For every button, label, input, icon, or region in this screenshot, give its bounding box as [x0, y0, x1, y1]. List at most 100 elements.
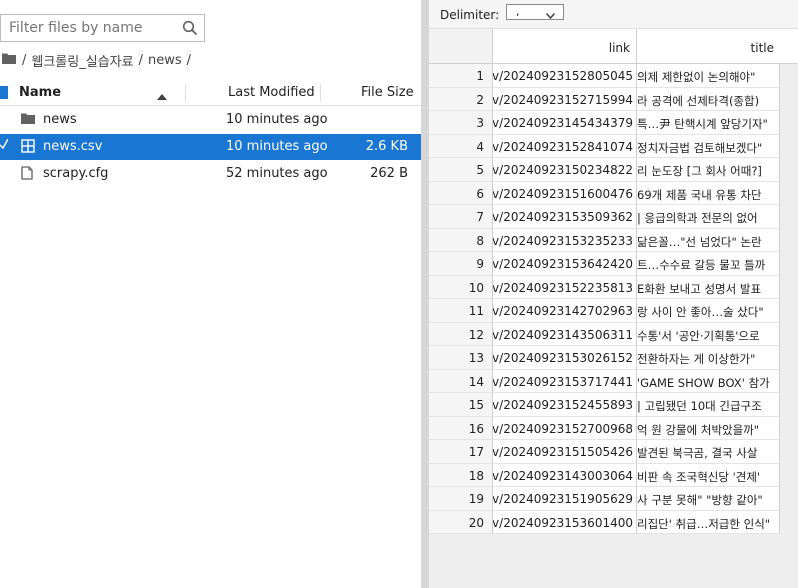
- breadcrumb-item[interactable]: 웹크롤링_실습자료: [31, 51, 133, 70]
- cell-link[interactable]: et/v/20240923151905629: [493, 487, 637, 511]
- cell-link[interactable]: et/v/20240923152841074: [493, 134, 637, 158]
- table-row[interactable]: 7et/v/20240923153509362 | 응급의학과 전문의 없어: [429, 205, 798, 229]
- column-divider[interactable]: [320, 84, 321, 102]
- filter-input[interactable]: [1, 15, 179, 41]
- cell-link[interactable]: et/v/20240923152805045: [493, 64, 637, 88]
- cell-title-text: 닮은꼴…"선 넘었다" 논란: [637, 234, 762, 249]
- table-row[interactable]: 10et/v/20240923152235813 E화환 보내고 성명서 발표: [429, 275, 798, 299]
- sort-up-icon[interactable]: [157, 89, 167, 104]
- panel-splitter[interactable]: [421, 0, 429, 588]
- table-row[interactable]: 16et/v/20240923152700968 억 원 강물에 처박았을까": [429, 416, 798, 440]
- cell-title[interactable]: | 응급의학과 전문의 없어: [637, 205, 780, 229]
- table-row[interactable]: 3et/v/20240923145434379 특…尹 탄핵시계 앞당기자": [429, 111, 798, 135]
- file-row-scrapy-cfg[interactable]: scrapy.cfg 52 minutes ago 262 B: [0, 161, 421, 187]
- cell-link-text: et/v/20240923152235813: [493, 280, 633, 295]
- table-row[interactable]: 19et/v/20240923151905629 사 구분 못해" "방향 같아": [429, 487, 798, 511]
- cell-link[interactable]: et/v/20240923142702963: [493, 299, 637, 323]
- table-row[interactable]: 6et/v/20240923151600476 69개 제품 국내 유통 차단: [429, 181, 798, 205]
- table-row[interactable]: 11et/v/20240923142702963 랑 사이 안 좋아…술 샀다": [429, 299, 798, 323]
- row-number: 11: [429, 299, 493, 323]
- cell-link[interactable]: et/v/20240923152715994: [493, 87, 637, 111]
- breadcrumb-item[interactable]: news: [148, 53, 182, 68]
- cell-link-text: et/v/20240923152715994: [493, 92, 633, 107]
- table-row[interactable]: 9et/v/20240923153642420 트…수수료 갈등 물꼬 틀까: [429, 252, 798, 276]
- cell-title[interactable]: 'GAME SHOW BOX' 참가: [637, 369, 780, 393]
- row-number: 18: [429, 463, 493, 487]
- table-row[interactable]: 14et/v/20240923153717441 'GAME SHOW BOX' …: [429, 369, 798, 393]
- cell-title[interactable]: 닮은꼴…"선 넘었다" 논란: [637, 228, 780, 252]
- file-size: 2.6 KB: [365, 139, 408, 154]
- file-row-news-csv[interactable]: news.csv 10 minutes ago 2.6 KB: [0, 134, 421, 160]
- cell-title[interactable]: 정치자금법 검토해보겠다": [637, 134, 780, 158]
- cell-link[interactable]: et/v/20240923151505426: [493, 440, 637, 464]
- table-row[interactable]: 13et/v/20240923153026152 전환하자는 게 이상한가": [429, 346, 798, 370]
- cell-title[interactable]: 수통'서 '공안·기획통'으로: [637, 322, 780, 346]
- table-row[interactable]: 2et/v/20240923152715994 라 공격에 선제타격(종합): [429, 87, 798, 111]
- select-all-checkbox[interactable]: [0, 86, 8, 99]
- grid-header: link title: [429, 29, 798, 64]
- cell-link[interactable]: et/v/20240923153509362: [493, 205, 637, 229]
- column-header-link[interactable]: link: [493, 29, 637, 64]
- row-number: 2: [429, 87, 493, 111]
- cell-link[interactable]: et/v/20240923153026152: [493, 346, 637, 370]
- delimiter-select[interactable]: ,: [506, 4, 564, 20]
- cell-title-text: 수통'서 '공안·기획통'으로: [637, 328, 760, 343]
- column-header-title[interactable]: title: [637, 29, 798, 64]
- column-last-modified[interactable]: Last Modified: [228, 85, 315, 100]
- row-number: 12: [429, 322, 493, 346]
- table-row[interactable]: 8et/v/20240923153235233 닮은꼴…"선 넘었다" 논란: [429, 228, 798, 252]
- column-divider[interactable]: [185, 84, 186, 102]
- cell-title[interactable]: 리집단' 취급…저급한 인식": [637, 510, 780, 534]
- cell-title[interactable]: | 고립됐던 10대 긴급구조: [637, 393, 780, 417]
- search-icon[interactable]: [182, 20, 198, 40]
- cell-title[interactable]: 69개 제품 국내 유통 차단: [637, 181, 780, 205]
- cell-link[interactable]: et/v/20240923152235813: [493, 275, 637, 299]
- cell-title[interactable]: 리 눈도장 [그 회사 어때?]: [637, 158, 780, 182]
- column-name[interactable]: Name: [19, 85, 61, 100]
- cell-link[interactable]: et/v/20240923143003064: [493, 463, 637, 487]
- cell-title[interactable]: 라 공격에 선제타격(종합): [637, 87, 780, 111]
- column-file-size[interactable]: File Size: [361, 85, 414, 100]
- cell-link[interactable]: et/v/20240923143506311: [493, 322, 637, 346]
- cell-link[interactable]: et/v/20240923145434379: [493, 111, 637, 135]
- table-row[interactable]: 17et/v/20240923151505426 발견된 북극곰, 결국 사살: [429, 440, 798, 464]
- breadcrumb-separator: /: [138, 52, 143, 68]
- table-row[interactable]: 12et/v/20240923143506311 수통'서 '공안·기획통'으로: [429, 322, 798, 346]
- table-row[interactable]: 18et/v/20240923143003064 비판 속 조국혁신당 '견제': [429, 463, 798, 487]
- cell-link-text: et/v/20240923151905629: [493, 492, 633, 506]
- cell-title[interactable]: 랑 사이 안 좋아…술 샀다": [637, 299, 780, 323]
- row-number: 19: [429, 487, 493, 511]
- root-folder-icon[interactable]: [2, 52, 16, 68]
- cell-title-text: 발견된 북극곰, 결국 사살: [637, 446, 758, 460]
- cell-title[interactable]: 의제 제한없이 논의해야": [637, 64, 780, 88]
- cell-title[interactable]: E화환 보내고 성명서 발표: [637, 275, 780, 299]
- table-row[interactable]: 5et/v/20240923150234822 리 눈도장 [그 회사 어때?]: [429, 158, 798, 182]
- table-row[interactable]: 20et/v/20240923153601400 리집단' 취급…저급한 인식": [429, 510, 798, 534]
- cell-link-text: et/v/20240923143506311: [493, 327, 633, 342]
- cell-title-text: 트…수수료 갈등 물꼬 틀까: [637, 258, 766, 272]
- cell-title-text: 정치자금법 검토해보겠다": [637, 140, 763, 155]
- cell-link[interactable]: et/v/20240923151600476: [493, 181, 637, 205]
- cell-title[interactable]: 억 원 강물에 처박았을까": [637, 416, 780, 440]
- table-row[interactable]: 1et/v/20240923152805045 의제 제한없이 논의해야": [429, 64, 798, 88]
- cell-title[interactable]: 특…尹 탄핵시계 앞당기자": [637, 111, 780, 135]
- cell-title-text: 라 공격에 선제타격(종합): [637, 93, 760, 108]
- cell-title[interactable]: 발견된 북극곰, 결국 사살: [637, 440, 780, 464]
- cell-title[interactable]: 트…수수료 갈등 물꼬 틀까: [637, 252, 780, 276]
- table-row[interactable]: 4et/v/20240923152841074 정치자금법 검토해보겠다": [429, 134, 798, 158]
- file-row-news[interactable]: news 10 minutes ago: [0, 107, 421, 133]
- table-row[interactable]: 15et/v/20240923152455893 | 고립됐던 10대 긴급구조: [429, 393, 798, 417]
- cell-link[interactable]: et/v/20240923153642420: [493, 252, 637, 276]
- cell-link[interactable]: et/v/20240923152700968: [493, 416, 637, 440]
- cell-link[interactable]: et/v/20240923153235233: [493, 228, 637, 252]
- cell-title[interactable]: 사 구분 못해" "방향 같아": [637, 487, 780, 511]
- csv-viewer-panel: Delimiter: , link title 1et/v/2024092315…: [429, 0, 798, 588]
- folder-icon: [21, 112, 35, 128]
- cell-title[interactable]: 전환하자는 게 이상한가": [637, 346, 780, 370]
- cell-link[interactable]: et/v/20240923152455893: [493, 393, 637, 417]
- cell-link[interactable]: et/v/20240923150234822: [493, 158, 637, 182]
- checkmark-icon: [0, 138, 9, 153]
- cell-link[interactable]: et/v/20240923153717441: [493, 369, 637, 393]
- cell-title[interactable]: 비판 속 조국혁신당 '견제': [637, 463, 780, 487]
- cell-link[interactable]: et/v/20240923153601400: [493, 510, 637, 534]
